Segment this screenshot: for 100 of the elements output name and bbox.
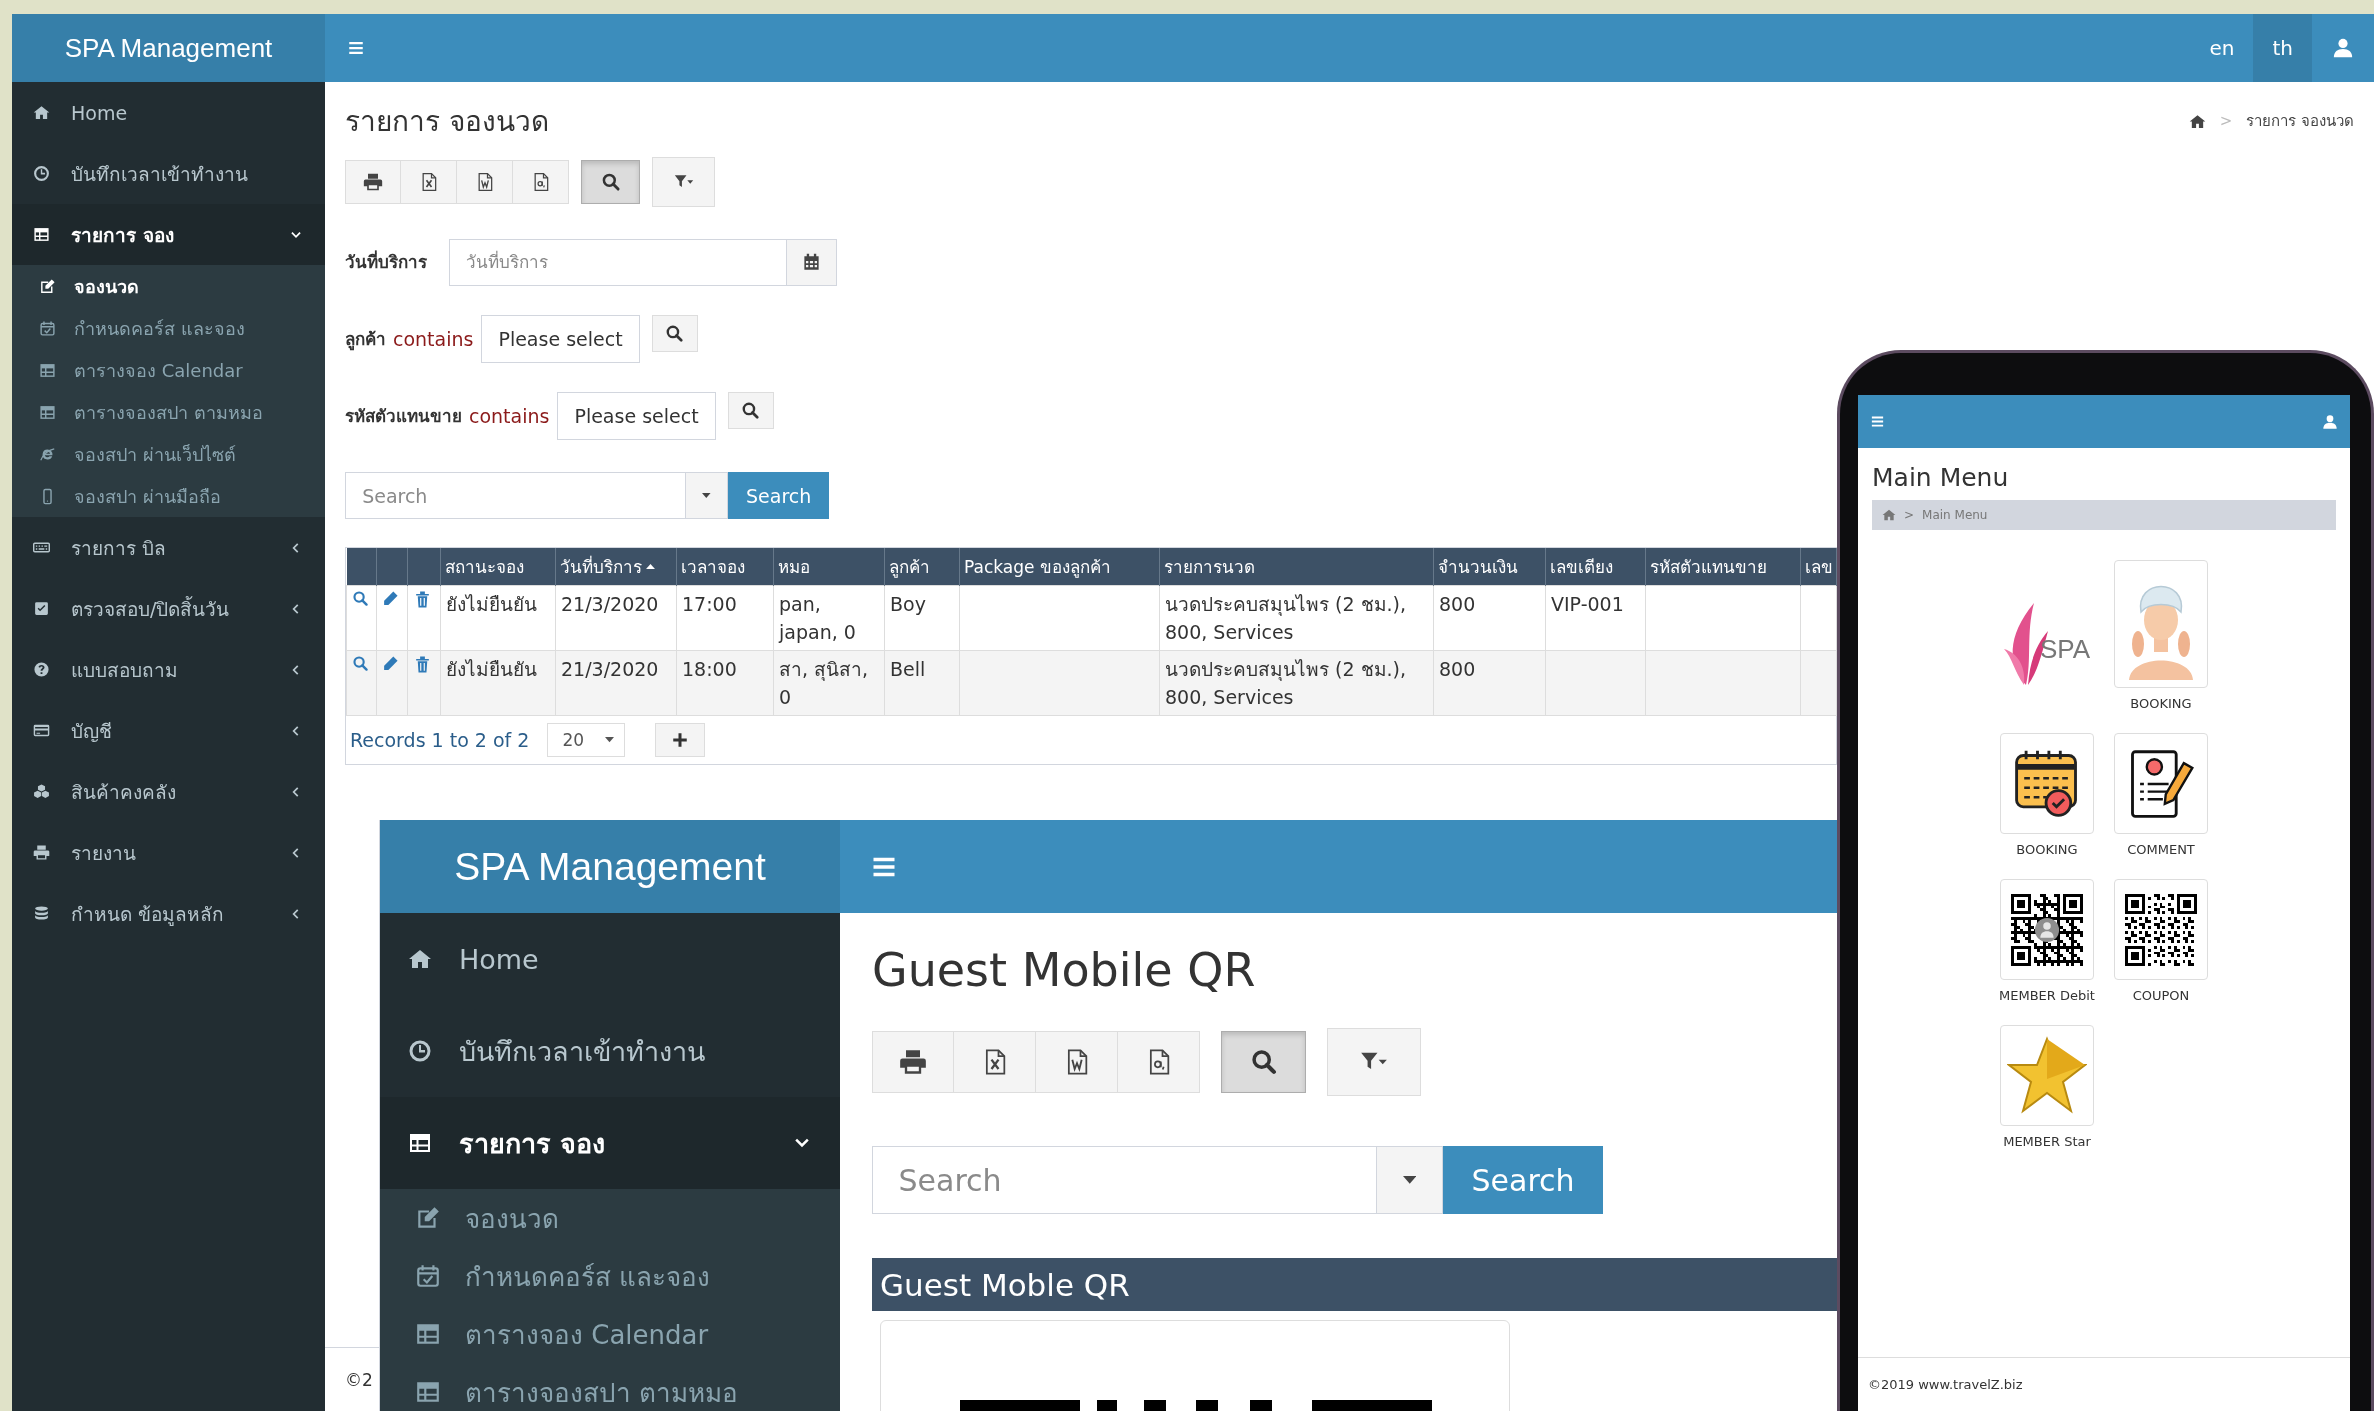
excel-export-button[interactable] (954, 1031, 1036, 1093)
csv-export-button[interactable] (1118, 1031, 1200, 1093)
search-toggle-button[interactable] (581, 160, 640, 204)
table-cell: pan, japan, 0 (773, 585, 885, 651)
submenu-item[interactable]: กำหนดคอร์ส และจอง (12, 307, 325, 349)
word-export-button[interactable] (1036, 1031, 1118, 1093)
table-cell: นวดประคบสมุนไพร (2 ชม.), 800, Services (1159, 585, 1434, 651)
date-field[interactable]: วันที่บริการ (449, 238, 787, 286)
operator-text: contains (393, 327, 474, 352)
sidebar-item[interactable]: แบบสอบถาม (12, 639, 325, 700)
table-cell: 21/3/2020 (555, 585, 677, 651)
menu-tile[interactable] (2114, 879, 2208, 980)
column-header[interactable]: เลข (1800, 548, 1837, 586)
submenu-item[interactable]: ตารางจองสปา ตามหมอ (380, 1363, 840, 1411)
pencil-icon[interactable] (382, 590, 399, 607)
sidebar-item[interactable]: รายการ จอง (12, 204, 325, 265)
column-header[interactable]: หมอ (773, 548, 885, 586)
pencil-icon[interactable] (382, 655, 399, 672)
select-field[interactable]: Please select (557, 392, 716, 440)
menu-tile[interactable] (2000, 1025, 2094, 1126)
search-button[interactable] (727, 392, 774, 429)
trash-icon[interactable] (413, 590, 432, 609)
sidebar-item[interactable]: Home (12, 82, 325, 143)
checkbox-icon (33, 600, 50, 617)
language-tab[interactable]: th (2253, 14, 2312, 82)
sidebar-item[interactable]: บัญชี (12, 700, 325, 761)
search-field[interactable]: Search (345, 472, 686, 519)
submenu-item[interactable]: กำหนดคอร์ส และจอง (380, 1247, 840, 1305)
clock-icon (33, 165, 50, 182)
user-button[interactable] (2322, 413, 2338, 430)
submenu-item[interactable]: ตารางจอง Calendar (12, 349, 325, 391)
magnifier-icon[interactable] (352, 590, 369, 607)
menu-icon (347, 39, 365, 57)
printer-icon (899, 1048, 927, 1076)
menu-tile[interactable] (2000, 733, 2094, 834)
tile-label: COMMENT (2127, 842, 2195, 857)
column-header[interactable]: ลูกค้า (884, 548, 960, 586)
search-icon (1249, 1048, 1278, 1076)
search-button[interactable]: Search (728, 472, 830, 519)
table-cell: สา, สุนิสา, 0 (773, 650, 885, 716)
search-button[interactable]: Search (1443, 1146, 1604, 1214)
sidebar-item[interactable]: สินค้าคงคลัง (12, 761, 325, 822)
sidebar-item[interactable]: บันทึกเวลาเข้าทำงาน (12, 143, 325, 204)
breadcrumb-separator: > (2219, 112, 2233, 130)
home-icon[interactable] (2188, 112, 2206, 130)
page-size-select[interactable]: 20 (547, 723, 626, 757)
footer-text: ©2019 www.travelZ.biz (1868, 1377, 2023, 1392)
column-header[interactable]: วันที่บริการ (555, 548, 677, 586)
calendar-button[interactable] (787, 238, 837, 286)
sidebar-item[interactable]: ตรวจสอบ/ปิดสิ้นวัน (12, 578, 325, 639)
table-cell: 800 (1433, 585, 1546, 651)
submenu-item[interactable]: จองสปา ผ่านเว็ปไซต์ (12, 433, 325, 475)
menu-tile[interactable] (2114, 733, 2208, 834)
magnifier-icon[interactable] (352, 655, 369, 672)
print-button[interactable] (872, 1031, 954, 1093)
column-header[interactable]: Package ของลูกค้า (959, 548, 1160, 586)
operator-text: contains (469, 404, 550, 429)
print-button[interactable] (345, 160, 401, 204)
search-button[interactable] (651, 315, 698, 352)
search-toggle-button[interactable] (1221, 1031, 1306, 1093)
table-icon (408, 1131, 432, 1155)
submenu-item[interactable]: จองนวด (380, 1189, 840, 1247)
column-header[interactable]: รายการนวด (1159, 548, 1434, 586)
submenu-item[interactable]: ตารางจอง Calendar (380, 1305, 840, 1363)
sidebar-item[interactable]: Home (380, 913, 840, 1005)
submenu-item[interactable]: จองนวด (12, 265, 325, 307)
printer-icon (363, 172, 383, 192)
caret-icon (605, 737, 615, 743)
column-header[interactable]: จำนวนเงิน (1433, 548, 1546, 586)
menu-tile[interactable] (2000, 879, 2094, 980)
sidebar-item[interactable]: รายการ บิล (12, 517, 325, 578)
pencil-square-icon (415, 1205, 441, 1231)
page-title: Guest Mobile QR (872, 942, 1257, 998)
word-export-button[interactable] (457, 160, 513, 204)
question-icon (33, 661, 50, 678)
select-field[interactable]: Please select (481, 315, 640, 363)
records-count: Records 1 to 2 of 2 (350, 729, 530, 751)
search-field[interactable]: Search (872, 1146, 1377, 1214)
table-icon (415, 1321, 441, 1347)
submenu-item[interactable]: ตารางจองสปา ตามหมอ (12, 391, 325, 433)
column-header[interactable]: สถานะจอง (440, 548, 556, 586)
browser-icon (39, 445, 56, 463)
excel-export-button[interactable] (401, 160, 457, 204)
column-header[interactable]: รหัสตัวแทนขาย (1645, 548, 1801, 586)
sidebar-item[interactable]: รายงาน (12, 822, 325, 883)
calendar-check-icon (415, 1263, 441, 1289)
sidebar-item[interactable]: กำหนด ข้อมูลหลัก (12, 883, 325, 944)
add-button[interactable] (655, 723, 706, 757)
filter-button[interactable] (652, 157, 715, 207)
sidebar-item[interactable]: รายการ จอง (380, 1097, 840, 1189)
column-header[interactable]: เลขเตียง (1545, 548, 1646, 586)
csv-export-button[interactable] (513, 160, 569, 204)
footer-text: ©2 (345, 1369, 373, 1390)
language-tab[interactable]: en (2190, 14, 2254, 82)
menu-tile[interactable] (2114, 560, 2208, 688)
menu-button[interactable] (1870, 414, 1885, 429)
submenu-item[interactable]: จองสปา ผ่านมือถือ (12, 475, 325, 517)
column-header[interactable]: เวลาจอง (676, 548, 774, 586)
trash-icon[interactable] (413, 655, 432, 674)
sidebar-item[interactable]: บันทึกเวลาเข้าทำงาน (380, 1005, 840, 1097)
